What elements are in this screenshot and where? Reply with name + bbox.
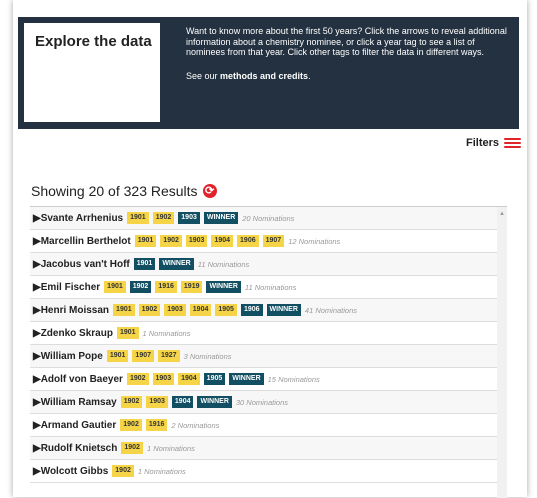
nominee-row[interactable]: ▶Zdenko Skraup 1901 1 Nominations xyxy=(30,322,507,345)
year-tag[interactable]: 1916 xyxy=(155,281,177,293)
nominee-name[interactable]: ▶Rudolf Knietsch xyxy=(33,443,117,454)
nominee-row[interactable]: ▶Rudolf Knietsch 1902 1 Nominations xyxy=(30,437,507,460)
nominee-name[interactable]: ▶Zdenko Skraup xyxy=(33,328,113,339)
year-tag[interactable]: 1901 xyxy=(104,281,126,293)
year-tag[interactable]: 1901 xyxy=(127,212,149,224)
year-tag[interactable]: 1901 xyxy=(134,235,157,247)
nominee-row[interactable]: ▶Emil Fischer 1901 1902 1916 1919 WINNER 11 No… xyxy=(30,276,507,299)
nominee-row[interactable]: ▶Henri Moissan 1901 1902 1903 1904 1905 1906 WI… xyxy=(30,299,507,322)
winner-tag[interactable]: WINNER xyxy=(203,212,239,224)
nominee-name[interactable]: ▶Jacobus van't Hoff xyxy=(33,259,130,270)
nominations-count: 12 Nominations xyxy=(288,236,341,246)
year-tag[interactable]: 1927 xyxy=(158,350,180,362)
nominations-count: 1 Nominations xyxy=(146,443,195,453)
nominee-name[interactable]: ▶William Pope xyxy=(33,351,103,362)
nominee-row[interactable]: ▶Svante Arrhenius 1901 1902 1903 WINNER 20 No… xyxy=(30,207,507,230)
year-tag[interactable]: 1905 xyxy=(215,304,237,316)
results-count: Showing 20 of 323 Results ⟳ xyxy=(31,183,217,199)
year-tag[interactable]: 1901 xyxy=(133,258,156,270)
intro-text: Want to know more about the first 50 yea… xyxy=(186,26,507,57)
nominee-row[interactable]: ▶Wolcott Gibbs 1902 1 Nominations xyxy=(30,460,507,483)
methods-line: See our methods and credits. xyxy=(186,71,311,81)
year-tag[interactable]: 1902 xyxy=(129,281,152,293)
nominations-count: 20 Nominations xyxy=(242,213,295,223)
explore-header: Explore the data Want to know more about… xyxy=(18,17,519,129)
nominee-name[interactable]: ▶Svante Arrhenius xyxy=(33,213,123,224)
winner-tag[interactable]: WINNER xyxy=(159,258,194,270)
nominee-name[interactable]: ▶Emil Fischer xyxy=(33,282,100,293)
year-tag[interactable]: 1901 xyxy=(113,304,135,316)
nominations-count: 15 Nominations xyxy=(267,374,320,384)
nominations-count: 30 Nominations xyxy=(235,397,288,407)
nominations-count: 11 Nominations xyxy=(197,259,250,269)
nominee-row[interactable]: ▶William Pope 1901 1907 1927 3 Nominations xyxy=(30,345,507,368)
year-tag[interactable]: 1902 xyxy=(152,212,175,224)
winner-tag[interactable]: WINNER xyxy=(266,304,301,316)
nominee-name[interactable]: ▶Marcellin Berthelot xyxy=(33,236,131,247)
nominee-row[interactable]: ▶Adolf von Baeyer 1902 1903 1904 1905 WINNER 1… xyxy=(30,368,507,391)
year-tag[interactable]: 1907 xyxy=(132,350,154,362)
year-tag[interactable]: 1906 xyxy=(237,235,259,247)
year-tag[interactable]: 1902 xyxy=(121,442,143,454)
year-tag[interactable]: 1916 xyxy=(145,419,168,431)
year-tag[interactable]: 1903 xyxy=(164,304,186,316)
winner-tag[interactable]: WINNER xyxy=(229,373,264,385)
nominee-row[interactable]: ▶Armand Gautier 1902 1916 2 Nominations xyxy=(30,414,507,437)
year-tag[interactable]: 1902 xyxy=(138,304,161,316)
year-tag[interactable]: 1906 xyxy=(240,304,263,316)
refresh-icon[interactable]: ⟳ xyxy=(202,184,217,198)
year-tag[interactable]: 1902 xyxy=(126,373,149,385)
nominee-list: ▶Svante Arrhenius 1901 1902 1903 WINNER 20 No… xyxy=(30,206,507,498)
year-tag[interactable]: 1903 xyxy=(178,212,200,224)
year-tag[interactable]: 1905 xyxy=(203,373,226,385)
methods-link[interactable]: methods and credits xyxy=(220,71,308,81)
year-tag[interactable]: 1903 xyxy=(152,373,175,385)
nominee-row[interactable]: ▶Jacobus van't Hoff 1901 WINNER 11 Nominati… xyxy=(30,253,507,276)
nominations-count: 41 Nominations xyxy=(304,305,358,315)
methods-suffix: . xyxy=(308,71,311,81)
year-tag[interactable]: 1904 xyxy=(189,304,212,316)
explore-title-box: Explore the data xyxy=(24,23,160,122)
hamburger-menu-icon[interactable] xyxy=(504,137,521,149)
year-tag[interactable]: 1901 xyxy=(116,327,139,339)
year-tag[interactable]: 1902 xyxy=(160,235,182,247)
year-tag[interactable]: 1907 xyxy=(262,235,285,247)
nominee-name[interactable]: ▶Armand Gautier xyxy=(33,420,116,431)
scroll-up-icon[interactable]: ▲ xyxy=(499,211,505,217)
year-tag[interactable]: 1901 xyxy=(106,350,129,362)
nominee-name[interactable]: ▶Adolf von Baeyer xyxy=(33,374,123,385)
nominee-name[interactable]: ▶William Ramsay xyxy=(33,397,117,408)
filters-button[interactable]: Filters xyxy=(466,137,521,149)
methods-prefix: See our xyxy=(186,71,221,81)
filters-label: Filters xyxy=(465,137,499,149)
nominee-row[interactable]: ▶William Ramsay 1902 1903 1904 WINNER 30 Nomi… xyxy=(30,391,507,414)
year-tag[interactable]: 1904 xyxy=(171,396,194,408)
scrollbar[interactable]: ▲ xyxy=(497,207,507,498)
year-tag[interactable]: 1904 xyxy=(178,373,200,385)
winner-tag[interactable]: WINNER xyxy=(206,281,241,293)
nominations-count: 3 Nominations xyxy=(183,351,232,361)
results-text: Showing 20 of 323 Results xyxy=(31,183,198,199)
nominations-count: 1 Nominations xyxy=(137,466,186,476)
year-tag[interactable]: 1903 xyxy=(185,235,208,247)
year-tag[interactable]: 1903 xyxy=(146,396,168,408)
year-tag[interactable]: 1919 xyxy=(180,281,203,293)
year-tag[interactable]: 1904 xyxy=(211,235,234,247)
nominee-name[interactable]: ▶Henri Moissan xyxy=(33,305,109,316)
nominations-count: 2 Nominations xyxy=(171,420,220,430)
nominee-name[interactable]: ▶Wolcott Gibbs xyxy=(33,466,108,477)
year-tag[interactable]: 1902 xyxy=(112,465,134,477)
explore-title: Explore the data xyxy=(35,33,152,50)
nominations-count: 1 Nominations xyxy=(142,328,191,338)
winner-tag[interactable]: WINNER xyxy=(197,396,232,408)
nominations-count: 11 Nominations xyxy=(244,282,297,292)
year-tag[interactable]: 1902 xyxy=(120,419,142,431)
nominee-row[interactable]: ▶Marcellin Berthelot 1901 1902 1903 1904 1906… xyxy=(30,230,507,253)
year-tag[interactable]: 1902 xyxy=(120,396,143,408)
